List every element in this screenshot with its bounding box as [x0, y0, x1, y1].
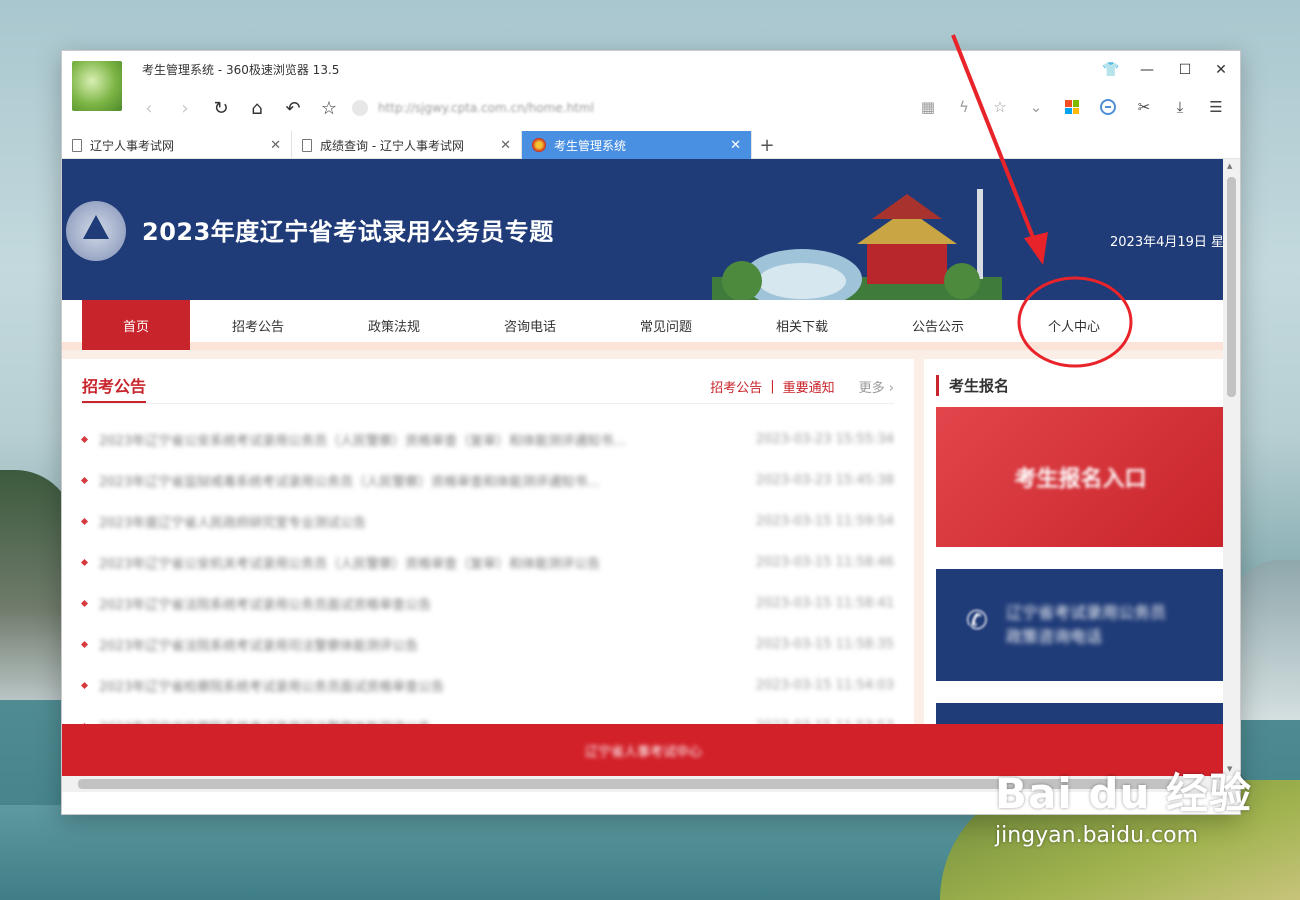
- list-item[interactable]: 2023年度辽宁省人民政府研究室专业测试公告 2023-03-15 11:59:5…: [80, 501, 894, 542]
- app-thumbnail: [72, 61, 122, 111]
- nav-public-notice[interactable]: 公告公示: [870, 300, 1006, 350]
- tab-label: 辽宁人事考试网: [90, 138, 175, 153]
- vertical-scrollbar[interactable]: ▲ ▼: [1223, 159, 1240, 776]
- bullet-icon: [80, 681, 89, 690]
- forward-icon[interactable]: ›: [174, 97, 196, 119]
- page-banner: 2023年度辽宁省考试录用公务员专题 2023年4月19日 星: [62, 159, 1225, 300]
- download-icon[interactable]: ⤓: [1168, 95, 1192, 119]
- scissors-icon[interactable]: ✂: [1132, 95, 1156, 119]
- list-item[interactable]: 2023年辽宁省监狱戒毒系统考试录用公务员（人民警察）资格审查和体能测评通知书.…: [80, 460, 894, 501]
- list-item[interactable]: 2023年辽宁省法院系统考试录用公务员面试资格审查公告 2023-03-15 11…: [80, 583, 894, 624]
- address-url[interactable]: http://sjgwy.cpta.com.cn/home.html: [378, 101, 594, 115]
- adblock-icon[interactable]: [1096, 95, 1120, 119]
- footer-text: 辽宁省人事考试中心: [584, 744, 702, 760]
- page-viewport: 2023年度辽宁省考试录用公务员专题 2023年4月19日 星 首页 招考公告 …: [62, 159, 1225, 776]
- hotline-line2: 政策咨询电话: [1006, 627, 1103, 646]
- page-icon: [72, 138, 82, 152]
- scroll-up-icon[interactable]: ▲: [1227, 162, 1232, 170]
- title-bar: 考生管理系统 - 360极速浏览器 13.5 👕 — ☐ ✕ ‹ › ↻ ⌂ ↶…: [62, 51, 1240, 131]
- hotline-label: 辽宁省考试录用公务员 政策咨询电话: [1006, 601, 1166, 649]
- nav-recruitment-notice[interactable]: 招考公告: [190, 300, 326, 350]
- nav-faq[interactable]: 常见问题: [598, 300, 734, 350]
- announcements-panel: 招考公告 招考公告 | 重要通知 更多 › 2023年辽宁省公安系统考试录用公务…: [62, 359, 914, 776]
- menu-icon[interactable]: ☰: [1204, 95, 1228, 119]
- nav-personal-center[interactable]: 个人中心: [1006, 300, 1142, 350]
- tab-score-query[interactable]: 成绩查询 - 辽宁人事考试网 ✕: [292, 131, 522, 159]
- nav-home[interactable]: 首页: [82, 300, 190, 350]
- site-logo: [66, 201, 126, 261]
- maximize-button[interactable]: ☐: [1172, 59, 1198, 81]
- bullet-icon: [80, 599, 89, 608]
- close-window-button[interactable]: ✕: [1208, 59, 1234, 81]
- bullet-icon: [80, 476, 89, 485]
- nav-hotline[interactable]: 咨询电话: [462, 300, 598, 350]
- vertical-scroll-thumb[interactable]: [1227, 177, 1236, 397]
- home-icon[interactable]: ⌂: [246, 97, 268, 119]
- main-nav: 首页 招考公告 政策法规 咨询电话 常见问题 相关下载 公告公示 个人中心: [62, 300, 1225, 350]
- registration-entry-button[interactable]: 考生报名入口: [936, 407, 1225, 547]
- banner-date: 2023年4月19日 星: [1110, 235, 1225, 250]
- more-link[interactable]: 更多 ›: [859, 377, 894, 396]
- phone-icon: ✆: [966, 606, 988, 636]
- qrcode-icon[interactable]: ▦: [916, 95, 940, 119]
- dropdown-chevron-icon[interactable]: ⌄: [1024, 95, 1048, 119]
- tab-label: 考生管理系统: [554, 138, 627, 153]
- skyline-illustration: [712, 189, 1002, 300]
- refresh-icon[interactable]: ↻: [210, 97, 232, 119]
- list-item[interactable]: 2023年辽宁省检察院系统考试录用公务员面试资格审查公告 2023-03-15 1…: [80, 665, 894, 706]
- bullet-icon: [80, 435, 89, 444]
- banner-title: 2023年度辽宁省考试录用公务员专题: [142, 218, 554, 246]
- tab-candidate-system[interactable]: 考生管理系统 ✕: [522, 131, 752, 159]
- tab-label: 成绩查询 - 辽宁人事考试网: [320, 138, 464, 153]
- tab-bar: 辽宁人事考试网 ✕ 成绩查询 - 辽宁人事考试网 ✕ 考生管理系统 ✕ +: [62, 131, 1240, 159]
- list-item[interactable]: 2023年辽宁省公安系统考试录用公务员（人民警察）资格审查（复审）和体能测评通知…: [80, 419, 894, 460]
- nav-downloads[interactable]: 相关下载: [734, 300, 870, 350]
- nav-policy[interactable]: 政策法规: [326, 300, 462, 350]
- close-tab-icon[interactable]: ✕: [500, 138, 511, 153]
- link-important-notice[interactable]: 重要通知: [783, 377, 835, 396]
- registration-title: 考生报名: [936, 375, 1009, 396]
- hotline-card[interactable]: ✆ 辽宁省考试录用公务员 政策咨询电话: [936, 569, 1225, 681]
- announcement-links: 招考公告 | 重要通知 更多 ›: [710, 377, 894, 396]
- apps-grid-icon[interactable]: [1060, 95, 1084, 119]
- undo-close-icon[interactable]: ↶: [282, 97, 304, 119]
- page-icon: [302, 138, 312, 152]
- bullet-icon: [80, 558, 89, 567]
- close-tab-icon[interactable]: ✕: [270, 138, 281, 153]
- skin-icon[interactable]: 👕: [1098, 59, 1124, 81]
- window-title: 考生管理系统 - 360极速浏览器 13.5: [142, 63, 340, 77]
- tab-liaoning-exam[interactable]: 辽宁人事考试网 ✕: [62, 131, 292, 159]
- watermark-url: jingyan.baidu.com: [995, 823, 1199, 848]
- link-separator: |: [770, 379, 775, 394]
- baidu-watermark: Bai du 经验 jingyan.baidu.com: [995, 760, 1252, 848]
- browser-window: 考生管理系统 - 360极速浏览器 13.5 👕 — ☐ ✕ ‹ › ↻ ⌂ ↶…: [61, 50, 1241, 815]
- favorite-star-icon[interactable]: ☆: [318, 97, 340, 119]
- toolbar-right: ▦ ϟ ☆ ⌄ ✂ ⤓ ☰: [916, 95, 1228, 119]
- list-item[interactable]: 2023年辽宁省法院系统考试录用司法警察体能测评公告 2023-03-15 11:…: [80, 624, 894, 665]
- back-icon[interactable]: ‹: [138, 97, 160, 119]
- panel-divider: [82, 403, 894, 404]
- security-icon[interactable]: [352, 100, 368, 116]
- hotline-line1: 辽宁省考试录用公务员: [1006, 603, 1167, 622]
- bullet-icon: [80, 517, 89, 526]
- bookmark-star-icon[interactable]: ☆: [988, 95, 1012, 119]
- new-tab-button[interactable]: +: [752, 131, 782, 159]
- watermark-brand: Bai du 经验: [995, 769, 1252, 818]
- bullet-icon: [80, 640, 89, 649]
- navigation-controls: ‹ › ↻ ⌂ ↶ ☆: [138, 95, 340, 121]
- minimize-button[interactable]: —: [1134, 59, 1160, 81]
- list-item[interactable]: 2023年辽宁省公安机关考试录用公务员（人民警察）资格审查（复审）和体能测评公告…: [80, 542, 894, 583]
- announcement-list: 2023年辽宁省公安系统考试录用公务员（人民警察）资格审查（复审）和体能测评通知…: [80, 419, 894, 747]
- address-bar[interactable]: http://sjgwy.cpta.com.cn/home.html: [352, 97, 912, 119]
- close-tab-icon[interactable]: ✕: [730, 138, 741, 153]
- link-recruitment[interactable]: 招考公告: [710, 377, 762, 396]
- registration-entry-label: 考生报名入口: [1014, 467, 1147, 492]
- registration-panel: 考生报名 考生报名入口 ✆ 辽宁省考试录用公务员 政策咨询电话: [924, 359, 1225, 776]
- lightning-icon[interactable]: ϟ: [952, 95, 976, 119]
- emblem-icon: [532, 138, 546, 152]
- announcements-title: 招考公告: [82, 373, 147, 404]
